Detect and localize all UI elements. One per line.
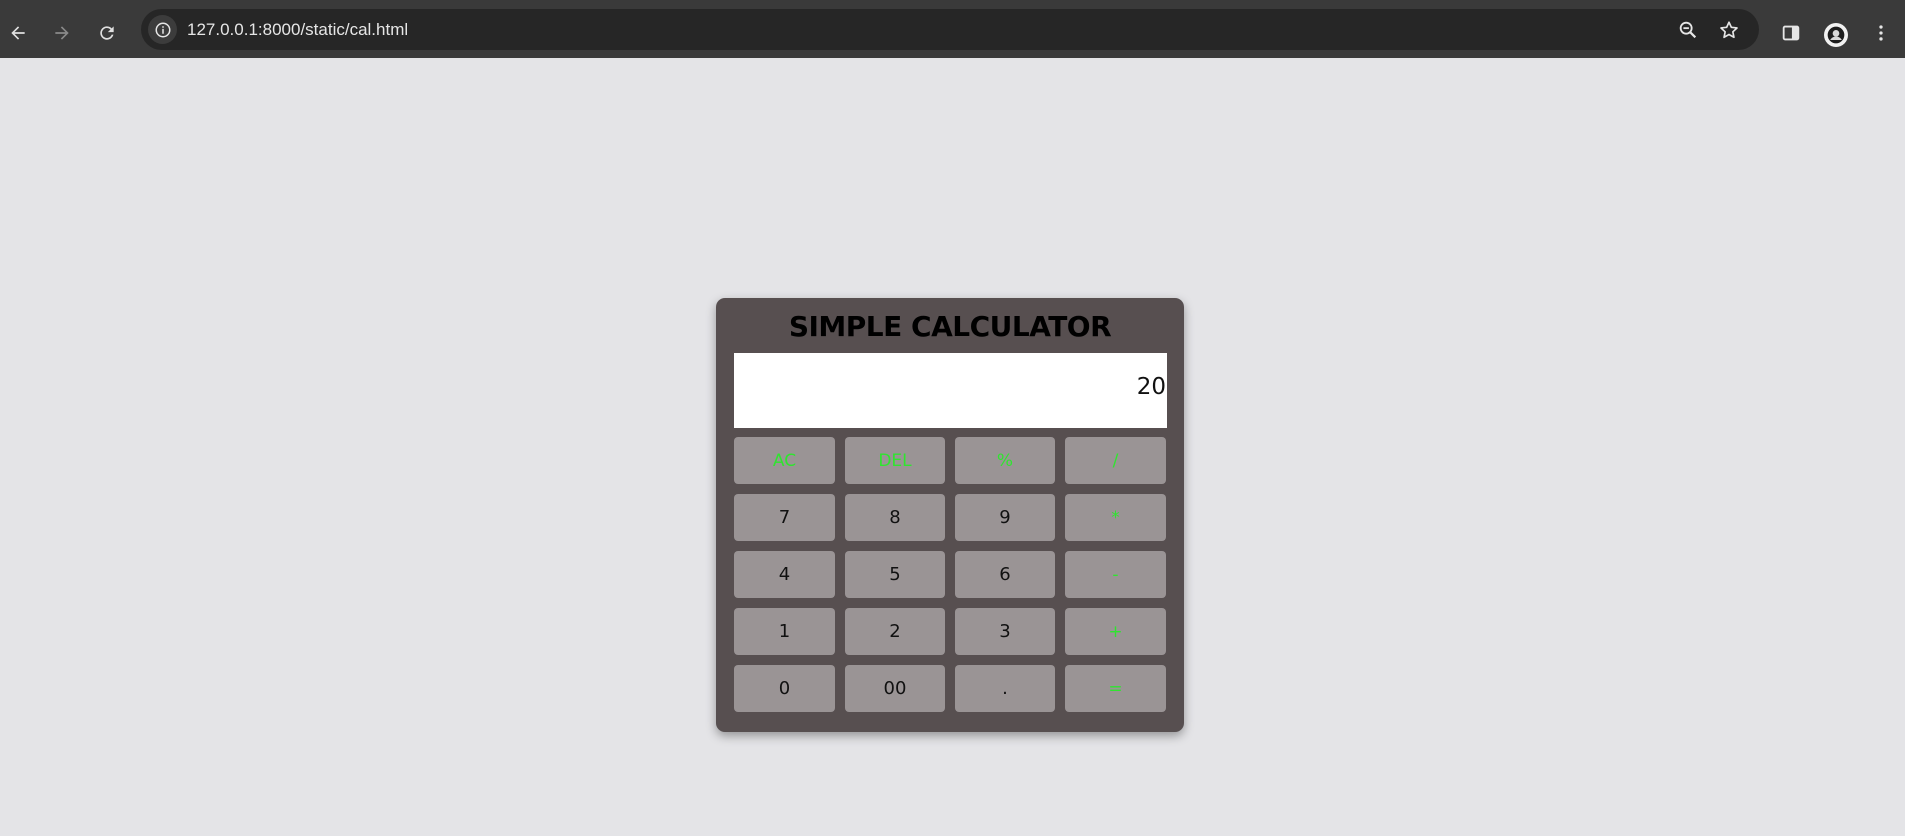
delete-button[interactable]: DEL [845, 437, 945, 484]
url-text[interactable]: 127.0.0.1:8000/static/cal.html [187, 20, 408, 40]
browser-toolbar: 127.0.0.1:8000/static/cal.html [0, 8, 1905, 58]
zoom-button[interactable] [1674, 16, 1702, 44]
calculator-title: SIMPLE CALCULATOR [788, 310, 1112, 343]
site-info-button[interactable] [148, 15, 177, 44]
side-panel-button[interactable] [1776, 18, 1806, 48]
multiply-button[interactable]: * [1065, 494, 1166, 541]
all-clear-button[interactable]: AC [734, 437, 835, 484]
decimal-button[interactable]: . [955, 665, 1055, 712]
reload-icon [100, 26, 114, 40]
digit-2-button[interactable]: 2 [845, 608, 945, 655]
calculator: SIMPLE CALCULATOR 20 AC DEL%/ 7 8 9 * 4 5 6- 1 2 3 +… [716, 298, 1184, 732]
divide-button[interactable]: / [1065, 437, 1166, 484]
calculator-display[interactable]: 20 [734, 353, 1167, 428]
back-button[interactable] [3, 18, 33, 48]
star-icon [1720, 21, 1738, 39]
digit-6-button[interactable]: 6 [955, 551, 1055, 598]
digit-5-button[interactable]: 5 [845, 551, 945, 598]
address-bar[interactable]: 127.0.0.1:8000/static/cal.html [141, 9, 1759, 50]
back-arrow-icon [11, 26, 25, 40]
browser-menu-button[interactable] [1866, 18, 1896, 48]
digit-1-button[interactable]: 1 [734, 608, 835, 655]
keypad: AC DEL%/ 7 8 9 * 4 5 6- 1 2 3 +0 00. = [734, 437, 1167, 712]
window-top-strip [0, 0, 1905, 8]
double-zero-button[interactable]: 00 [845, 665, 945, 712]
forward-button[interactable] [47, 18, 77, 48]
subtract-button[interactable]: - [1065, 551, 1166, 598]
zoom-out-icon [1679, 21, 1697, 39]
digit-8-button[interactable]: 8 [845, 494, 945, 541]
add-button[interactable]: + [1065, 608, 1166, 655]
avatar[interactable] [1824, 23, 1848, 47]
bookmark-button[interactable] [1715, 16, 1743, 44]
digit-7-button[interactable]: 7 [734, 494, 835, 541]
digit-9-button[interactable]: 9 [955, 494, 1055, 541]
info-icon [155, 22, 170, 37]
side-panel-icon [1782, 25, 1800, 41]
digit-4-button[interactable]: 4 [734, 551, 835, 598]
kebab-menu-icon [1879, 25, 1883, 41]
digit-3-button[interactable]: 3 [955, 608, 1055, 655]
equals-button[interactable]: = [1065, 665, 1166, 712]
forward-arrow-icon [55, 26, 69, 40]
percent-button[interactable]: % [955, 437, 1055, 484]
reload-button[interactable] [92, 18, 122, 48]
display-value: 20 [1136, 374, 1166, 400]
profile-icon [1827, 26, 1845, 44]
digit-0-button[interactable]: 0 [734, 665, 835, 712]
